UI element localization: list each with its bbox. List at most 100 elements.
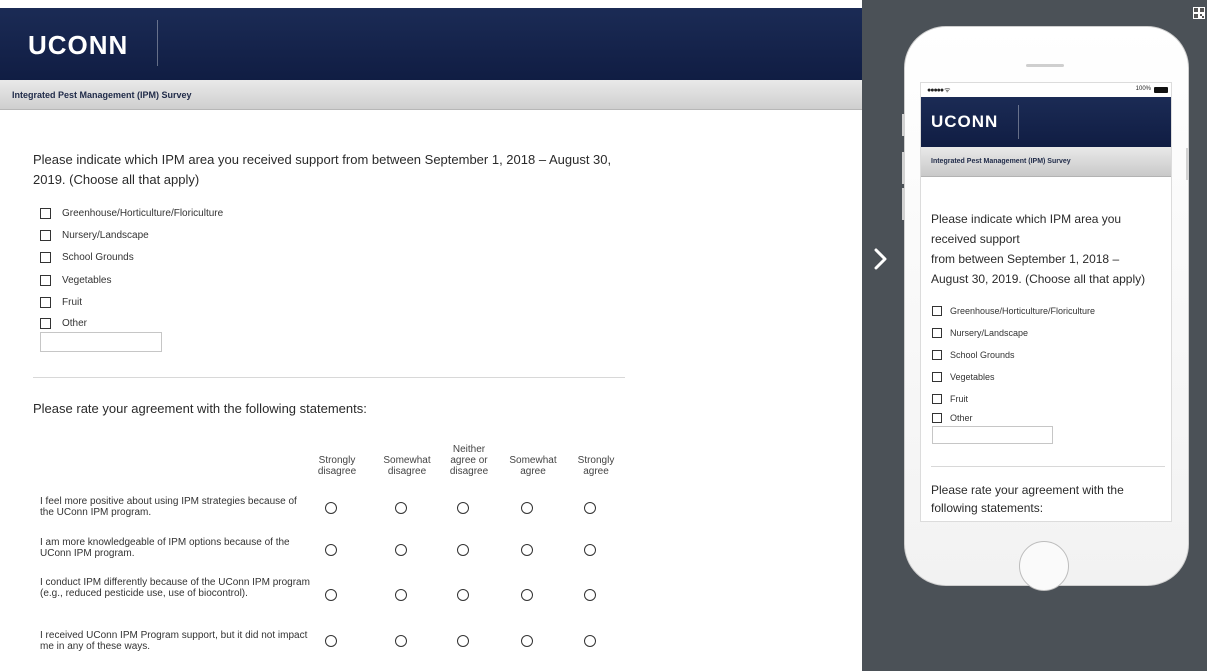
col-somewhat-disagree: Somewhat disagree [383, 455, 431, 477]
option-label: Greenhouse/Horticulture/Floriculture [950, 306, 1096, 316]
question-line: Please rate your agreement with the [931, 483, 1124, 497]
checkbox[interactable] [932, 394, 942, 404]
checkbox[interactable] [40, 252, 51, 263]
option-label: School Grounds [950, 350, 1015, 360]
radio-option[interactable] [325, 502, 337, 514]
option-greenhouse[interactable]: Greenhouse/Horticulture/Floriculture [932, 306, 1095, 316]
option-label: School Grounds [62, 252, 134, 263]
option-label: Fruit [950, 394, 968, 404]
checkbox[interactable] [40, 297, 51, 308]
option-school-grounds[interactable]: School Grounds [40, 252, 134, 263]
signal-indicator: ●●●●● ᯤ [927, 87, 951, 94]
phone-screen: ●●●●● ᯤ 100% UCONN Integrated Pest Manag… [920, 82, 1172, 522]
option-school-grounds[interactable]: School Grounds [932, 350, 1015, 360]
question-agreement: Please rate your agreement with the foll… [33, 401, 367, 416]
checkbox[interactable] [932, 372, 942, 382]
option-nursery[interactable]: Nursery/Landscape [932, 328, 1028, 338]
radio-option[interactable] [584, 502, 596, 514]
radio-option[interactable] [395, 544, 407, 556]
question-ipm-area: Please indicate which IPM area you recei… [33, 152, 612, 187]
radio-option[interactable] [521, 635, 533, 647]
question-line: Please indicate which IPM area you [931, 212, 1122, 226]
desktop-survey-preview: UCONN Integrated Pest Management (IPM) S… [0, 0, 862, 671]
option-label: Nursery/Landscape [950, 328, 1029, 338]
statement-row-label: I conduct IPM differently because of the… [40, 577, 310, 599]
question-line: received support [931, 232, 1020, 246]
phone-speaker [1026, 64, 1064, 67]
radio-option[interactable] [584, 544, 596, 556]
option-nursery[interactable]: Nursery/Landscape [40, 230, 149, 241]
logo-divider [157, 20, 158, 66]
survey-title-bar: Integrated Pest Management (IPM) Survey [0, 80, 862, 110]
question-ipm-area: Please indicate which IPM area you recei… [931, 209, 1169, 289]
uconn-logo: UCONN [28, 30, 129, 60]
option-vegetables[interactable]: Vegetables [932, 372, 995, 382]
checkbox[interactable] [40, 208, 51, 219]
checkbox[interactable] [932, 413, 942, 423]
checkbox[interactable] [40, 275, 51, 286]
section-divider [931, 466, 1165, 467]
option-label: Vegetables [950, 372, 995, 382]
radio-option[interactable] [325, 635, 337, 647]
radio-option[interactable] [457, 635, 469, 647]
checkbox[interactable] [40, 230, 51, 241]
radio-option[interactable] [395, 589, 407, 601]
checkbox[interactable] [932, 350, 942, 360]
radio-option[interactable] [584, 589, 596, 601]
logo-divider [1018, 105, 1019, 139]
other-text-input[interactable] [40, 332, 162, 352]
col-strongly-agree: Strongly agree [577, 455, 615, 477]
col-neither: Neither agree or disagree [449, 444, 489, 477]
question-line: August 30, 2019. (Choose all that apply) [931, 272, 1146, 286]
option-label: Other [950, 413, 973, 423]
other-text-input[interactable] [932, 426, 1053, 444]
question-agreement: Please rate your agreement with the foll… [931, 481, 1169, 517]
radio-option[interactable] [521, 544, 533, 556]
radio-option[interactable] [457, 502, 469, 514]
option-greenhouse[interactable]: Greenhouse/Horticulture/Floriculture [40, 208, 223, 219]
checkbox[interactable] [932, 306, 942, 316]
radio-option[interactable] [325, 589, 337, 601]
phone-side-button [1186, 148, 1189, 180]
checkbox[interactable] [932, 328, 942, 338]
phone-side-button [902, 152, 905, 184]
option-fruit[interactable]: Fruit [932, 394, 968, 404]
qr-code-icon[interactable] [1193, 7, 1205, 19]
uconn-logo: UCONN [931, 112, 999, 131]
section-divider [33, 377, 625, 378]
radio-option[interactable] [325, 544, 337, 556]
option-label: Vegetables [62, 275, 112, 286]
option-fruit[interactable]: Fruit [40, 297, 82, 308]
question-line: following statements: [931, 501, 1044, 515]
statement-row-label: I am more knowledgeable of IPM options b… [40, 537, 290, 559]
option-other[interactable]: Other [932, 413, 973, 423]
col-somewhat-agree: Somewhat agree [509, 455, 557, 477]
radio-option[interactable] [521, 589, 533, 601]
radio-option[interactable] [521, 502, 533, 514]
phone-side-button [902, 188, 905, 220]
mobile-header: UCONN [921, 97, 1171, 147]
battery-icon [1154, 87, 1168, 93]
option-label: Nursery/Landscape [62, 230, 149, 241]
battery-percent: 100% [1135, 86, 1151, 92]
option-label: Greenhouse/Horticulture/Floriculture [62, 208, 224, 219]
radio-option[interactable] [457, 544, 469, 556]
option-other[interactable]: Other [40, 318, 87, 329]
statement-row-label: I feel more positive about using IPM str… [40, 496, 297, 518]
desktop-header: UCONN [0, 8, 862, 80]
question-line: from between September 1, 2018 – [931, 252, 1120, 266]
radio-option[interactable] [584, 635, 596, 647]
phone-home-button [1019, 541, 1069, 591]
top-strip [0, 0, 862, 8]
survey-title: Integrated Pest Management (IPM) Survey [931, 158, 1071, 165]
option-label: Other [62, 318, 88, 329]
radio-option[interactable] [457, 589, 469, 601]
radio-option[interactable] [395, 635, 407, 647]
checkbox[interactable] [40, 318, 51, 329]
statement-row-label: I received UConn IPM Program support, bu… [40, 630, 308, 652]
radio-option[interactable] [395, 502, 407, 514]
chevron-right-icon[interactable] [866, 244, 896, 274]
option-vegetables[interactable]: Vegetables [40, 275, 112, 286]
phone-side-button [902, 114, 905, 136]
survey-title: Integrated Pest Management (IPM) Survey [12, 90, 192, 100]
